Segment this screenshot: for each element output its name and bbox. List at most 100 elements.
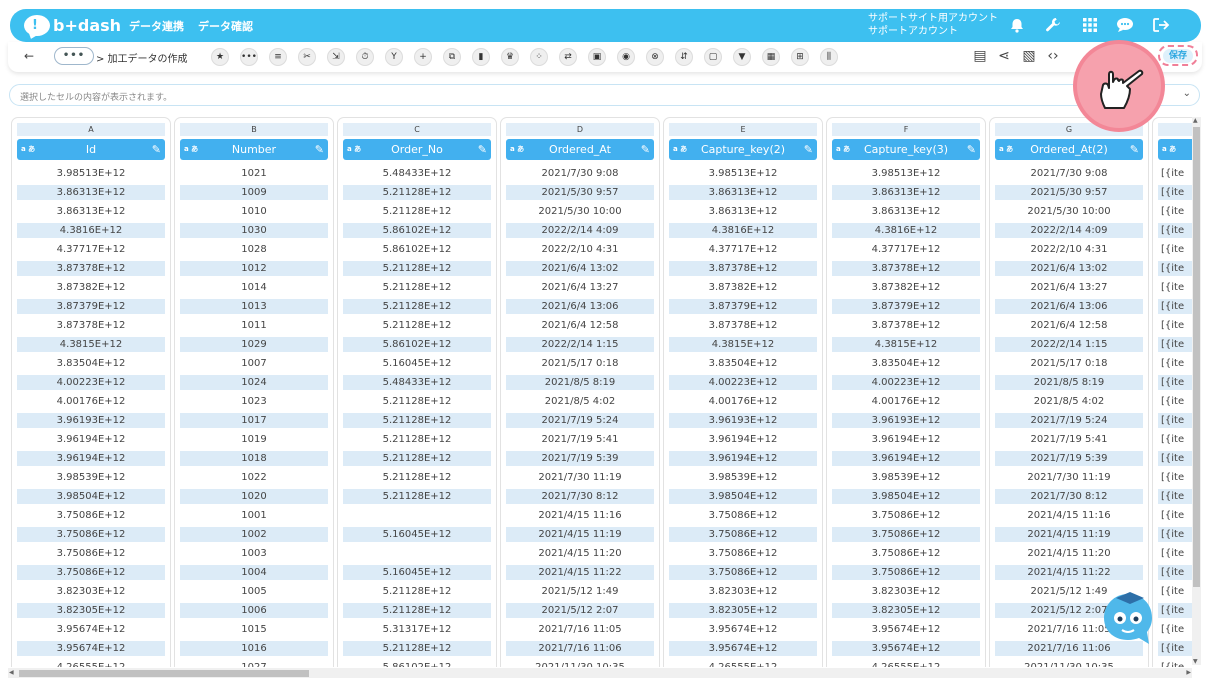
table-cell[interactable]: 2021/5/12 1:49 (506, 584, 654, 599)
table-cell[interactable]: [{ite (1158, 394, 1192, 409)
table-cell[interactable]: 4.00176E+12 (669, 394, 817, 409)
table-cell[interactable]: 1016 (180, 641, 328, 656)
table-cell[interactable]: 2021/6/4 13:06 (506, 299, 654, 314)
table-cell[interactable]: 3.87378E+12 (17, 318, 165, 333)
table-cell[interactable]: 2021/7/30 8:12 (995, 489, 1143, 504)
table-cell[interactable]: 3.98539E+12 (17, 470, 165, 485)
table-cell[interactable]: [{ite (1158, 318, 1192, 333)
star-tool-icon[interactable]: ★ (211, 48, 229, 66)
table-cell[interactable]: 5.86102E+12 (343, 660, 491, 667)
table-cell[interactable]: 5.21128E+12 (343, 394, 491, 409)
table-cell[interactable]: 4.00176E+12 (17, 394, 165, 409)
table-cell[interactable]: 3.95674E+12 (832, 622, 980, 637)
table-cell[interactable]: 2021/4/15 11:16 (506, 508, 654, 523)
table-cell[interactable]: 5.21128E+12 (343, 489, 491, 504)
nav-data-integration[interactable]: データ連携 (129, 18, 184, 34)
scroll-down-icon[interactable]: ▼ (1193, 658, 1198, 665)
clipboard-icon[interactable]: ▤ (971, 47, 989, 65)
table-cell[interactable]: [{ite (1158, 242, 1192, 257)
table-cell[interactable]: 2021/4/15 11:22 (506, 565, 654, 580)
table-cell[interactable]: 3.75086E+12 (669, 527, 817, 542)
scroll-right-icon[interactable]: ▶ (1186, 669, 1191, 676)
table-cell[interactable]: 4.26555E+12 (669, 660, 817, 667)
table-cell[interactable]: 2021/5/17 0:18 (506, 356, 654, 371)
table-cell[interactable]: [{ite (1158, 565, 1192, 580)
table-cell[interactable]: 2021/7/16 11:05 (506, 622, 654, 637)
table-cell[interactable]: 5.21128E+12 (343, 299, 491, 314)
table-cell[interactable]: 1007 (180, 356, 328, 371)
trash-tool-icon[interactable]: ▮ (472, 48, 490, 66)
logo[interactable]: ! b+dash (24, 14, 121, 37)
table-cell[interactable]: 2021/5/30 9:57 (506, 185, 654, 200)
table-cell[interactable]: 3.87378E+12 (669, 261, 817, 276)
table-cell[interactable]: 1013 (180, 299, 328, 314)
table-cell[interactable]: 2021/11/30 10:35 (995, 660, 1143, 667)
tools-tool-icon[interactable]: ✂ (298, 48, 316, 66)
table-cell[interactable]: 3.96194E+12 (17, 432, 165, 447)
table-cell[interactable]: 5.16045E+12 (343, 565, 491, 580)
table-cell[interactable]: 2021/8/5 4:02 (995, 394, 1143, 409)
table-cell[interactable]: 5.21128E+12 (343, 470, 491, 485)
table-cell[interactable]: 3.87379E+12 (669, 299, 817, 314)
table-cell[interactable]: 3.98504E+12 (17, 489, 165, 504)
table-cell[interactable]: 2021/7/30 8:12 (506, 489, 654, 504)
more-menu-button[interactable]: ••• (54, 47, 94, 65)
table-cell[interactable]: 1017 (180, 413, 328, 428)
save-button[interactable]: 保存 (1158, 45, 1198, 66)
table-cell[interactable]: 3.75086E+12 (832, 527, 980, 542)
swap-tool-icon[interactable]: ⇄ (559, 48, 577, 66)
edit-pencil-icon[interactable]: ✎ (1130, 139, 1139, 160)
table-cell[interactable]: 2021/6/4 13:02 (995, 261, 1143, 276)
table-cell[interactable]: 3.87382E+12 (17, 280, 165, 295)
table-cell[interactable]: 3.96194E+12 (832, 451, 980, 466)
table-cell[interactable]: 1010 (180, 204, 328, 219)
table-cell[interactable]: 2021/4/15 11:19 (506, 527, 654, 542)
table-cell[interactable]: 2021/6/4 12:58 (506, 318, 654, 333)
table-cell[interactable]: [{ite (1158, 432, 1192, 447)
wrench-icon[interactable] (1044, 16, 1062, 34)
table-cell[interactable]: 2022/2/14 1:15 (995, 337, 1143, 352)
table-cell[interactable]: 1023 (180, 394, 328, 409)
table-cell[interactable]: 3.96194E+12 (669, 432, 817, 447)
type-badge-icon[interactable]: a あ (1162, 139, 1176, 160)
column-letter[interactable]: C (343, 123, 491, 136)
table-cell[interactable]: 2021/4/15 11:22 (995, 565, 1143, 580)
table-cell[interactable]: 3.98504E+12 (669, 489, 817, 504)
table-cell[interactable]: [{ite (1158, 546, 1192, 561)
table-cell[interactable]: [{ite (1158, 584, 1192, 599)
table-cell[interactable]: 2021/8/5 8:19 (995, 375, 1143, 390)
window-tool-icon[interactable]: ▢ (704, 48, 722, 66)
table-cell[interactable]: [{ite (1158, 603, 1192, 618)
lock-tool-icon[interactable]: ▣ (588, 48, 606, 66)
table-cell[interactable]: 3.82303E+12 (669, 584, 817, 599)
copy-tool-icon[interactable]: ⧉ (443, 48, 461, 66)
table-cell[interactable]: 4.3815E+12 (669, 337, 817, 352)
table-cell[interactable]: [{ite (1158, 622, 1192, 637)
table-cell[interactable]: 2022/2/10 4:31 (506, 242, 654, 257)
table-cell[interactable]: 3.83504E+12 (669, 356, 817, 371)
column-letter[interactable]: B (180, 123, 328, 136)
table-cell[interactable]: 1019 (180, 432, 328, 447)
table-cell[interactable]: 5.21128E+12 (343, 261, 491, 276)
table-cell[interactable]: 4.00223E+12 (832, 375, 980, 390)
table-cell[interactable]: 2021/5/30 9:57 (995, 185, 1143, 200)
table-cell[interactable]: 2021/7/19 5:39 (995, 451, 1143, 466)
table-cell[interactable]: [{ite (1158, 166, 1192, 181)
table-cell[interactable] (343, 508, 491, 523)
edit-pencil-icon[interactable]: ✎ (152, 139, 161, 160)
table-cell[interactable]: 4.3815E+12 (17, 337, 165, 352)
table-cell[interactable]: [{ite (1158, 451, 1192, 466)
table-cell[interactable]: 2021/7/16 11:06 (506, 641, 654, 656)
table-cell[interactable]: 3.82305E+12 (17, 603, 165, 618)
table-cell[interactable]: 2021/6/4 12:58 (995, 318, 1143, 333)
column-header[interactable]: a あ Number ✎ (180, 139, 328, 160)
table-cell[interactable]: 2021/7/19 5:39 (506, 451, 654, 466)
table-cell[interactable]: [{ite (1158, 299, 1192, 314)
scroll-left-icon[interactable]: ◀ (9, 669, 14, 676)
table-cell[interactable]: 3.82303E+12 (17, 584, 165, 599)
type-badge-icon[interactable]: a あ (836, 139, 850, 160)
table-cell[interactable]: [{ite (1158, 660, 1192, 667)
table-cell[interactable]: [{ite (1158, 261, 1192, 276)
table-cell[interactable]: 3.87382E+12 (832, 280, 980, 295)
account-info[interactable]: サポートサイト用アカウント サポートアカウント (868, 12, 998, 38)
